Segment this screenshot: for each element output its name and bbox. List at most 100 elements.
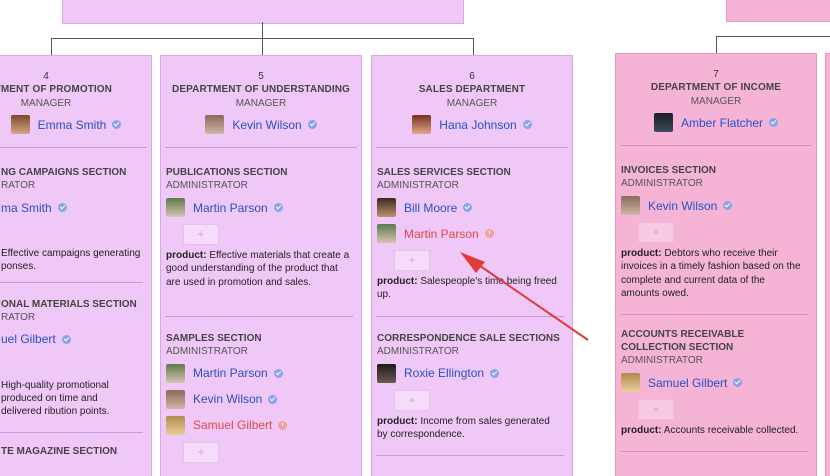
person-name[interactable]: uel Gilbert — [1, 332, 56, 346]
connector-line — [51, 38, 52, 55]
avatar — [10, 115, 30, 134]
department-number: 6 — [469, 71, 475, 82]
connector-line — [262, 22, 263, 38]
section-role-label: ADMINISTRATOR — [377, 345, 459, 357]
section-person[interactable]: Kevin Wilson — [621, 195, 806, 216]
department-title: ARTMENT OF PROMOTION — [0, 84, 112, 95]
connector-line — [473, 38, 474, 55]
section-person[interactable]: Martin Parson — [166, 197, 351, 218]
section-title: NG CAMPAIGNS SECTION — [1, 167, 127, 178]
section-person[interactable]: Martin Parson — [377, 223, 562, 244]
person-name[interactable]: Amber Flatcher — [681, 116, 763, 130]
add-person-button[interactable]: + — [394, 250, 430, 271]
add-person-button[interactable]: + — [394, 389, 430, 411]
section-title: SAMPLES SECTION — [166, 332, 262, 344]
department-column-5: 5 DEPARTMENT OF UNDERSTANDING MANAGER Ke… — [160, 55, 362, 476]
section-title: INVOICES SECTION — [621, 165, 717, 176]
department-number: 7 — [713, 69, 719, 80]
verified-icon — [769, 118, 779, 127]
section-title: SALES SERVICES SECTION — [377, 167, 511, 178]
avatar — [653, 113, 673, 132]
person-name[interactable]: ma Smith — [1, 201, 52, 215]
verified-icon — [273, 368, 283, 378]
person-name[interactable]: Martin Parson — [404, 227, 479, 241]
section-product: High-quality promotional produced on tim… — [1, 379, 110, 418]
verified-icon — [57, 203, 67, 212]
section-person[interactable]: Roxie Ellington — [377, 363, 562, 384]
avatar — [377, 224, 396, 243]
section-product: product: Debtors who receive their invoi… — [621, 248, 801, 299]
department-column-4: 4 ARTMENT OF PROMOTION MANAGER Emma Smit… — [0, 55, 152, 476]
manager-person[interactable]: Hana Johnson — [372, 115, 572, 134]
section-role-label: ADMINISTRATOR — [166, 180, 248, 191]
connector-line — [262, 38, 263, 55]
section-title: ACCOUNTS RECEIVABLE COLLECTION SECTION — [621, 329, 745, 354]
verified-icon — [490, 368, 500, 378]
section-role-label: ADMINISTRATOR — [166, 345, 248, 357]
verified-icon — [723, 201, 733, 210]
manager-role-label: MANAGER — [20, 98, 72, 109]
department-number: 4 — [43, 71, 49, 82]
department-column-edge — [825, 53, 830, 476]
department-title: DEPARTMENT OF UNDERSTANDING — [172, 84, 350, 95]
section-person[interactable]: Samuel Gilbert — [166, 415, 351, 436]
department-title: DEPARTMENT OF INCOME — [650, 82, 782, 93]
person-name[interactable]: Emma Smith — [38, 118, 107, 132]
verified-icon — [273, 203, 283, 212]
section-product: Effective campaigns generating ponses. — [1, 248, 141, 273]
section-role-label: RATOR — [1, 180, 36, 191]
section-role-label: ADMINISTRATOR — [621, 355, 703, 367]
section-title: TE MAGAZINE SECTION — [1, 446, 118, 458]
avatar — [377, 363, 396, 383]
section-product: product: Salespeople's time being freed … — [377, 276, 557, 301]
person-name[interactable]: Samuel Gilbert — [648, 376, 727, 390]
person-name[interactable]: Samuel Gilbert — [193, 418, 272, 432]
department-column-6: 6 SALES DEPARTMENT MANAGER Hana Johnson … — [371, 55, 573, 476]
person-name[interactable]: Kevin Wilson — [232, 118, 301, 132]
parent-division-block[interactable] — [62, 0, 464, 24]
person-name[interactable]: Kevin Wilson — [193, 392, 262, 406]
add-person-button[interactable]: + — [638, 222, 674, 243]
manager-person[interactable]: Emma Smith — [0, 115, 151, 134]
person-name[interactable]: Martin Parson — [193, 366, 268, 380]
section-person[interactable]: Bill Moore — [377, 197, 562, 218]
connector-line — [716, 36, 717, 53]
verified-icon — [307, 120, 317, 129]
section-title: CORRESPONDENCE SALE SECTIONS — [377, 332, 560, 344]
verified-icon — [268, 394, 278, 404]
section-title: PUBLICATIONS SECTION — [166, 167, 288, 178]
add-person-button[interactable]: + — [183, 224, 219, 245]
person-name[interactable]: Roxie Ellington — [404, 366, 484, 380]
parent-division-block-right[interactable] — [726, 0, 830, 22]
section-person[interactable]: uel Gilbert — [1, 329, 141, 350]
section-product: product: Effective materials that create… — [166, 250, 350, 288]
section-product: product: Income from sales generated by … — [377, 415, 550, 440]
section-person[interactable]: Samuel Gilbert — [621, 372, 806, 393]
section-person[interactable]: ma Smith — [1, 197, 141, 218]
manager-role-label: MANAGER — [446, 98, 498, 109]
section-person[interactable]: Martin Parson — [166, 363, 351, 384]
manager-person[interactable]: Kevin Wilson — [161, 115, 361, 134]
avatar — [377, 198, 396, 217]
avatar — [166, 389, 185, 409]
person-name[interactable]: Kevin Wilson — [648, 199, 717, 213]
section-person[interactable]: Kevin Wilson — [166, 389, 351, 410]
warning-icon — [278, 420, 288, 430]
person-name[interactable]: Hana Johnson — [439, 118, 516, 132]
add-person-button[interactable]: + — [638, 399, 674, 421]
verified-icon — [733, 378, 743, 388]
connector-line — [716, 36, 830, 37]
avatar — [621, 196, 640, 215]
person-name[interactable]: Bill Moore — [404, 201, 457, 215]
manager-role-label: MANAGER — [690, 96, 742, 107]
warning-icon — [484, 229, 494, 238]
department-title: SALES DEPARTMENT — [418, 84, 526, 95]
section-role-label: ADMINISTRATOR — [621, 178, 703, 189]
person-name[interactable]: Martin Parson — [193, 201, 268, 215]
add-person-button[interactable]: + — [183, 441, 219, 463]
verified-icon — [61, 334, 71, 344]
avatar — [166, 415, 185, 435]
section-role-label: RATOR — [1, 311, 36, 323]
manager-person[interactable]: Amber Flatcher — [616, 113, 816, 132]
section-title: ONAL MATERIALS SECTION — [1, 298, 137, 310]
